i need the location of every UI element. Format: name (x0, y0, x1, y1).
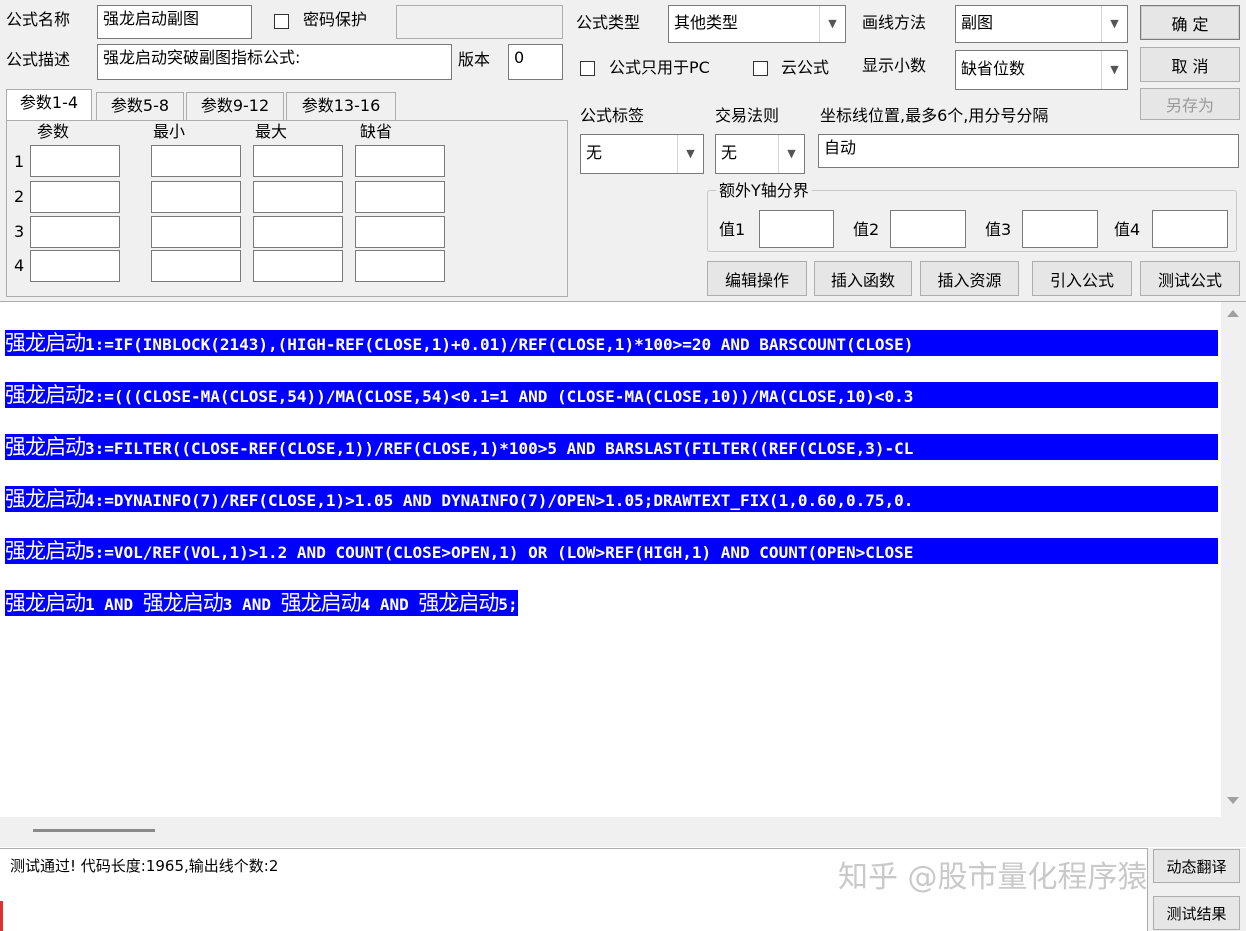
decimals-select[interactable]: 缺省位数 ▼ (955, 50, 1128, 90)
chevron-down-icon: ▼ (677, 135, 703, 173)
y-value-1-input[interactable] (759, 210, 834, 248)
pc-only-label: 公式只用于PC (609, 58, 710, 77)
scroll-down-icon[interactable] (1227, 797, 1239, 804)
y-value-3-input[interactable] (1022, 210, 1098, 248)
status-message: 测试通过! 代码长度:1965,输出线个数:2 (10, 857, 279, 875)
formula-tag-value: 无 (586, 143, 603, 162)
test-formula-button[interactable]: 测试公式 (1140, 261, 1240, 296)
chevron-down-icon: ▼ (1101, 6, 1127, 42)
code-line-1: 强龙启动1:=IF(INBLOCK(2143),(HIGH-REF(CLOSE,… (5, 330, 1218, 356)
decimals-value: 缺省位数 (961, 59, 1026, 78)
y-value-4-input[interactable] (1152, 210, 1228, 248)
param-2-min-input[interactable] (151, 181, 241, 213)
draw-method-value: 副图 (961, 13, 994, 32)
pc-only-checkbox[interactable] (580, 61, 595, 76)
cloud-formula-label: 云公式 (781, 58, 830, 77)
ok-button[interactable]: 确 定 (1140, 5, 1240, 40)
param-4-max-input[interactable] (253, 250, 343, 282)
decimals-label: 显示小数 (862, 56, 927, 75)
param-2-max-input[interactable] (253, 181, 343, 213)
param-row-number: 4 (14, 256, 25, 275)
test-result-button[interactable]: 测试结果 (1153, 896, 1240, 930)
insert-function-button[interactable]: 插入函数 (814, 261, 912, 296)
chevron-down-icon: ▼ (1101, 51, 1127, 89)
formula-desc-label: 公式描述 (6, 50, 71, 69)
formula-type-value: 其他类型 (674, 13, 739, 32)
code-line-3: 强龙启动3:=FILTER((CLOSE-REF(CLOSE,1))/REF(C… (5, 434, 1218, 460)
cancel-button[interactable]: 取 消 (1140, 47, 1240, 82)
code-line-6: 强龙启动1 AND 强龙启动3 AND 强龙启动4 AND 强龙启动5; (5, 590, 518, 616)
param-header-name: 参数 (37, 122, 70, 141)
param-2-name-input[interactable] (30, 181, 120, 213)
param-header-default: 缺省 (360, 122, 393, 141)
code-line-5: 强龙启动5:=VOL/REF(VOL,1)>1.2 AND COUNT(CLOS… (5, 538, 1218, 564)
horizontal-scroll-thumb[interactable] (33, 829, 155, 832)
cloud-formula-checkbox[interactable] (753, 61, 768, 76)
trade-rule-label: 交易法则 (715, 106, 780, 125)
param-1-min-input[interactable] (151, 145, 241, 177)
param-4-name-input[interactable] (30, 250, 120, 282)
watermark: 知乎 @股市量化程序猿 (838, 860, 1148, 895)
insert-resource-button[interactable]: 插入资源 (920, 261, 1019, 296)
chevron-down-icon: ▼ (778, 135, 804, 173)
password-protect-checkbox[interactable] (274, 14, 289, 29)
tab-params-13-16[interactable]: 参数13-16 (286, 92, 396, 120)
save-as-button[interactable]: 另存为 (1140, 88, 1240, 120)
param-header-min: 最小 (153, 122, 186, 141)
draw-method-select[interactable]: 副图 ▼ (955, 5, 1128, 43)
trade-rule-select[interactable]: 无 ▼ (715, 134, 805, 174)
tab-params-5-8[interactable]: 参数5-8 (96, 92, 184, 120)
param-row-number: 1 (14, 152, 25, 171)
axis-line-input[interactable]: 自动 (818, 134, 1239, 168)
param-3-max-input[interactable] (253, 216, 343, 248)
y-value-2-input[interactable] (890, 210, 966, 248)
param-1-default-input[interactable] (355, 145, 445, 177)
formula-name-input[interactable]: 强龙启动副图 (97, 5, 252, 39)
formula-tag-select[interactable]: 无 ▼ (580, 134, 704, 174)
code-line-2: 强龙启动2:=(((CLOSE-MA(CLOSE,54))/MA(CLOSE,5… (5, 382, 1218, 408)
version-label: 版本 (458, 50, 491, 69)
axis-line-label: 坐标线位置,最多6个,用分号分隔 (820, 106, 1049, 125)
formula-desc-input[interactable]: 强龙启动突破副图指标公式: (97, 44, 452, 80)
param-3-name-input[interactable] (30, 216, 120, 248)
red-edge-marker (0, 901, 3, 931)
formula-name-label: 公式名称 (6, 10, 71, 29)
scroll-up-icon[interactable] (1227, 310, 1239, 317)
param-1-name-input[interactable] (30, 145, 120, 177)
formula-tag-label: 公式标签 (580, 106, 645, 125)
y-axis-group-title: 额外Y轴分界 (716, 181, 812, 201)
horizontal-scrollbar[interactable] (0, 817, 1246, 847)
draw-method-label: 画线方法 (862, 13, 927, 32)
version-input[interactable]: 0 (508, 44, 563, 80)
param-header-max: 最大 (255, 122, 288, 141)
tab-params-9-12[interactable]: 参数9-12 (186, 92, 284, 120)
param-4-min-input[interactable] (151, 250, 241, 282)
import-formula-button[interactable]: 引入公式 (1032, 261, 1132, 296)
formula-type-select[interactable]: 其他类型 ▼ (668, 5, 846, 43)
chevron-down-icon: ▼ (819, 6, 845, 42)
edit-operation-button[interactable]: 编辑操作 (707, 261, 807, 296)
param-4-default-input[interactable] (355, 250, 445, 282)
param-2-default-input[interactable] (355, 181, 445, 213)
y-value-2-label: 值2 (853, 220, 880, 239)
y-value-3-label: 值3 (985, 220, 1012, 239)
param-3-default-input[interactable] (355, 216, 445, 248)
y-value-1-label: 值1 (719, 220, 746, 239)
formula-type-label: 公式类型 (576, 13, 641, 32)
tab-params-1-4[interactable]: 参数1-4 (6, 89, 92, 121)
code-editor[interactable]: 强龙启动1:=IF(INBLOCK(2143),(HIGH-REF(CLOSE,… (0, 301, 1246, 848)
param-1-max-input[interactable] (253, 145, 343, 177)
code-line-4: 强龙启动4:=DYNAINFO(7)/REF(CLOSE,1)>1.05 AND… (5, 486, 1218, 512)
param-3-min-input[interactable] (151, 216, 241, 248)
param-row-number: 3 (14, 222, 25, 241)
password-input[interactable] (396, 5, 563, 39)
password-protect-label: 密码保护 (303, 10, 368, 29)
param-row-number: 2 (14, 187, 25, 206)
y-value-4-label: 值4 (1114, 220, 1141, 239)
dynamic-translate-button[interactable]: 动态翻译 (1153, 849, 1240, 883)
trade-rule-value: 无 (721, 143, 738, 162)
vertical-scrollbar[interactable] (1221, 302, 1246, 817)
